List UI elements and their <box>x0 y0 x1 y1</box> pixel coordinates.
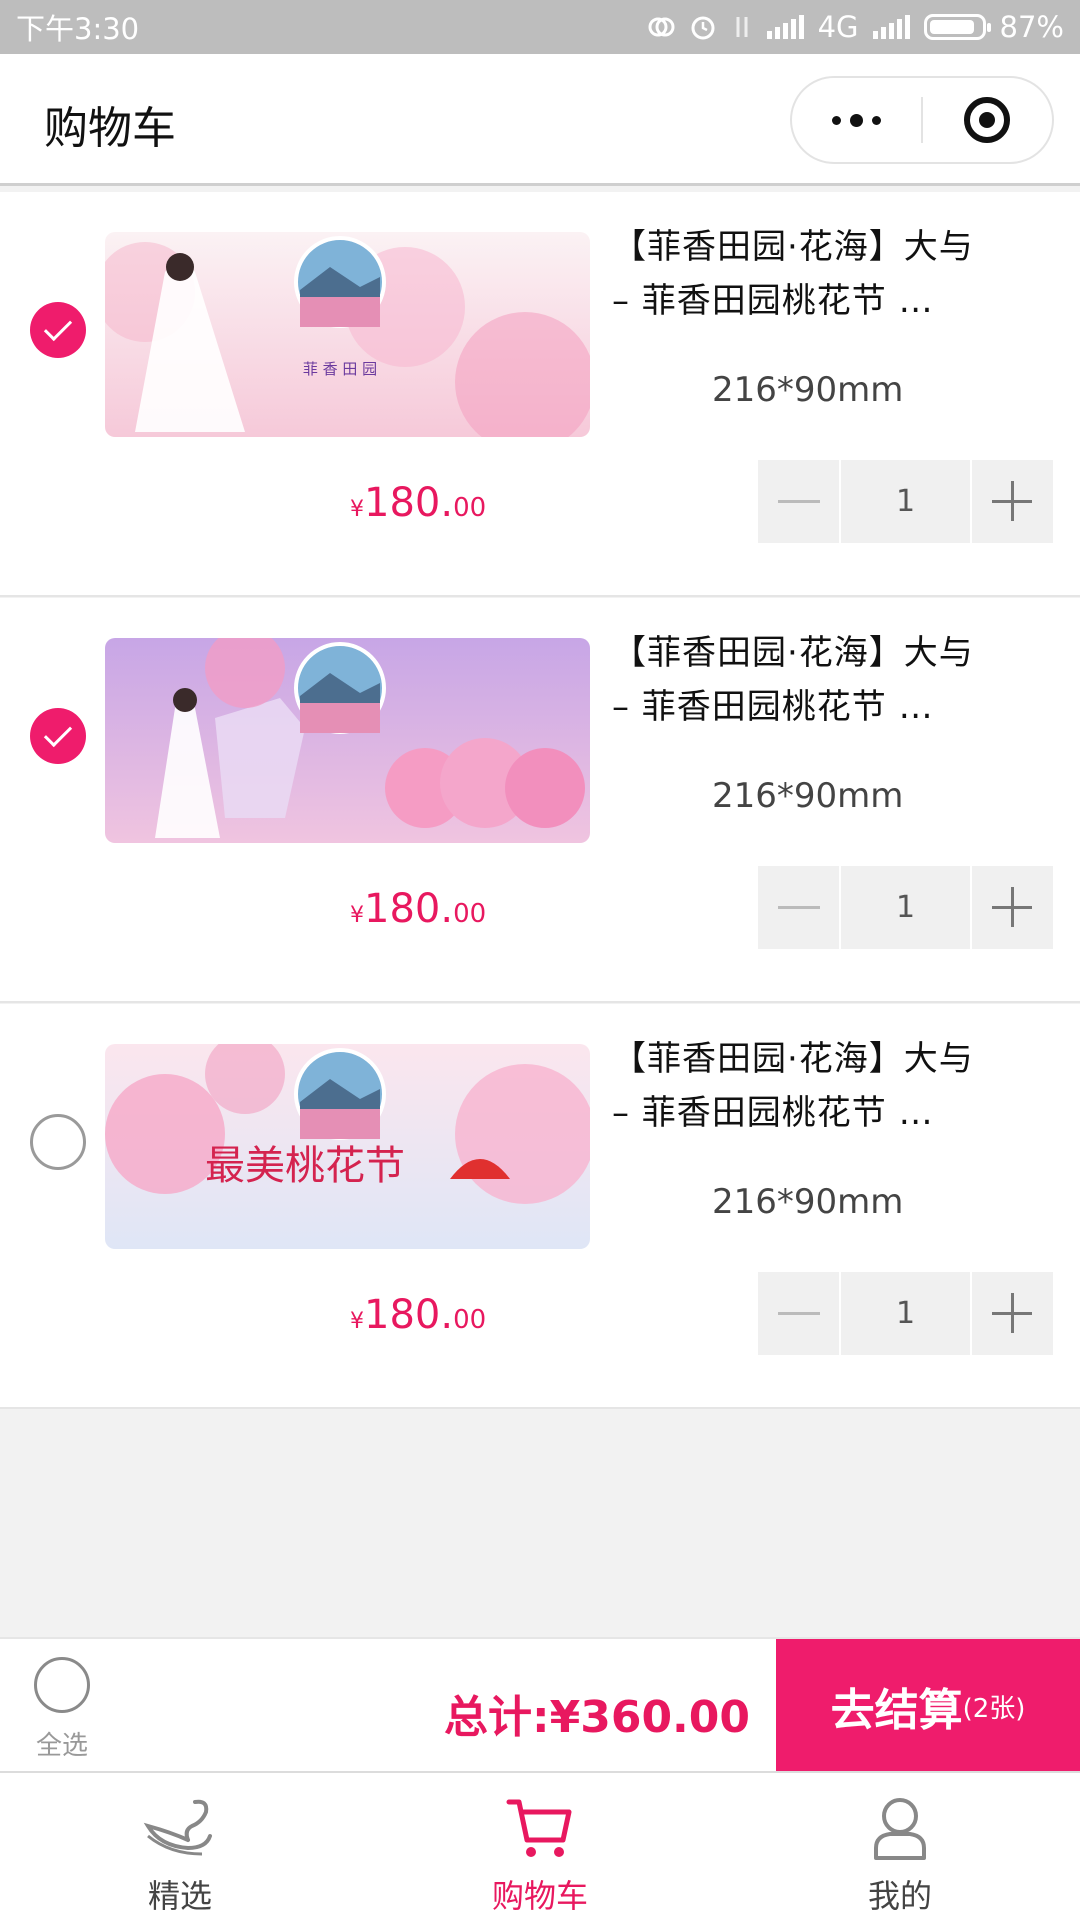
svg-text:菲 香 田 园: 菲 香 田 园 <box>303 360 377 378</box>
signal-icon <box>766 15 804 39</box>
quantity-value[interactable]: 1 <box>841 1272 970 1355</box>
swan-icon <box>140 1793 220 1865</box>
mini-program-capsule <box>790 76 1054 164</box>
page-title: 购物车 <box>44 103 176 154</box>
data-arrows-icon <box>736 17 748 37</box>
product-name-line2: – 菲香田园桃花节 … <box>612 1093 934 1133</box>
checkout-label: 去结算 <box>830 1685 963 1736</box>
decrease-button[interactable] <box>758 1272 839 1355</box>
product-spec: 216*90mm <box>712 1182 904 1222</box>
decrease-button[interactable] <box>758 866 839 949</box>
status-time: 下午3:30 <box>16 12 140 46</box>
select-all-label: 全选 <box>35 1731 88 1761</box>
currency-symbol: ¥ <box>350 497 364 522</box>
sync-icon <box>648 17 675 37</box>
product-image[interactable]: 最美桃花节 <box>105 1044 590 1249</box>
cart-total: 总计:¥360.00 <box>444 1692 751 1743</box>
minus-icon <box>777 1312 820 1315</box>
increase-button[interactable] <box>972 460 1053 543</box>
product-name-line2: – 菲香田园桃花节 … <box>612 687 934 727</box>
tab-label: 购物车 <box>491 1877 588 1915</box>
currency-symbol: ¥ <box>350 1309 364 1334</box>
price-decimal: 00 <box>453 1305 487 1335</box>
svg-text:最美桃花节: 最美桃花节 <box>205 1143 405 1189</box>
target-close-icon[interactable] <box>923 78 1052 162</box>
product-name-line1: 【菲香田园·花海】大与 <box>612 1039 974 1079</box>
network-type: 4G <box>817 10 859 44</box>
checkout-bar: 全选 总计:¥360.00 去结算 (2张) <box>0 1637 1080 1773</box>
increase-button[interactable] <box>972 1272 1053 1355</box>
alarm-icon <box>691 16 715 40</box>
cart-item: 最美桃花节 【菲香田园·花海】大与 – 菲香田园桃花节 … 216*90mm ¥1… <box>0 1004 1080 1409</box>
more-dots-icon[interactable] <box>792 78 921 162</box>
header: 购物车 <box>0 54 1080 186</box>
price-integer: 180. <box>364 886 454 932</box>
product-name[interactable]: 【菲香田园·花海】大与 – 菲香田园桃花节 … <box>612 626 1052 734</box>
user-icon <box>870 1793 930 1865</box>
signal-icon-2 <box>872 15 910 39</box>
select-all-toggle[interactable]: 全选 <box>22 1657 102 1762</box>
tab-cart[interactable]: 购物车 <box>360 1773 720 1920</box>
product-image[interactable]: 菲 香 田 园 <box>105 232 590 437</box>
status-bar: 下午3:30 4G 87% <box>0 0 1080 54</box>
price-decimal: 00 <box>453 899 487 929</box>
quantity-stepper: 1 <box>758 460 1053 543</box>
tab-bar: 精选 购物车 我的 <box>0 1771 1080 1920</box>
quantity-value[interactable]: 1 <box>841 460 970 543</box>
check-icon <box>43 312 73 342</box>
quantity-stepper: 1 <box>758 866 1053 949</box>
quantity-value[interactable]: 1 <box>841 866 970 949</box>
product-name-line1: 【菲香田园·花海】大与 <box>612 633 974 673</box>
tab-mine[interactable]: 我的 <box>720 1773 1080 1920</box>
item-checkbox[interactable] <box>30 708 86 764</box>
currency-symbol: ¥ <box>350 903 364 928</box>
product-name-line1: 【菲香田园·花海】大与 <box>612 227 974 267</box>
cart-icon <box>505 1793 575 1865</box>
product-price: ¥180.00 <box>350 480 486 526</box>
check-icon <box>43 718 73 748</box>
battery-fill <box>929 20 974 34</box>
increase-button[interactable] <box>972 866 1053 949</box>
select-all-checkbox[interactable] <box>34 1657 90 1713</box>
product-spec: 216*90mm <box>712 776 904 816</box>
price-integer: 180. <box>364 480 454 526</box>
checkout-count: (2张) <box>962 1693 1026 1724</box>
product-name[interactable]: 【菲香田园·花海】大与 – 菲香田园桃花节 … <box>612 1032 1052 1140</box>
item-checkbox[interactable] <box>30 302 86 358</box>
product-name-line2: – 菲香田园桃花节 … <box>612 281 934 321</box>
product-price: ¥180.00 <box>350 886 486 932</box>
checkout-button[interactable]: 去结算 (2张) <box>776 1639 1080 1773</box>
price-decimal: 00 <box>453 493 487 523</box>
item-checkbox[interactable] <box>30 1114 86 1170</box>
cart-item: 菲 香 田 园 【菲香田园·花海】大与 – 菲香田园桃花节 … 216*90mm … <box>0 192 1080 597</box>
product-spec: 216*90mm <box>712 370 904 410</box>
cart-item: 【菲香田园·花海】大与 – 菲香田园桃花节 … 216*90mm ¥180.00 … <box>0 598 1080 1003</box>
tab-label: 我的 <box>867 1877 932 1915</box>
minus-icon <box>777 906 820 909</box>
tab-featured[interactable]: 精选 <box>0 1773 360 1920</box>
status-icons: 4G 87% <box>647 10 1064 44</box>
price-integer: 180. <box>364 1292 454 1338</box>
decrease-button[interactable] <box>758 460 839 543</box>
tab-label: 精选 <box>147 1877 212 1915</box>
product-name[interactable]: 【菲香田园·花海】大与 – 菲香田园桃花节 … <box>612 220 1052 328</box>
battery-percent: 87% <box>999 10 1064 44</box>
minus-icon <box>777 500 820 503</box>
battery-icon <box>923 14 991 40</box>
product-image[interactable] <box>105 638 590 843</box>
product-price: ¥180.00 <box>350 1292 486 1338</box>
quantity-stepper: 1 <box>758 1272 1053 1355</box>
